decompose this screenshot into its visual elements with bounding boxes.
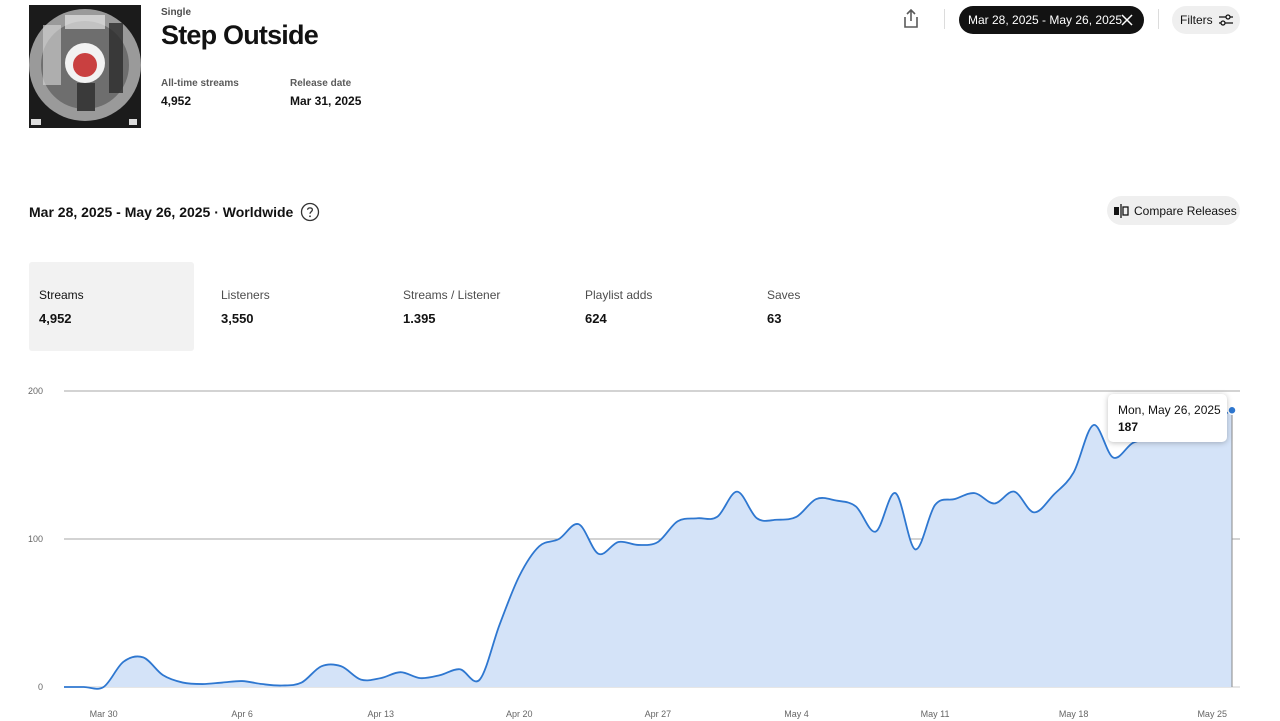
- metric-value: 4,952: [39, 311, 72, 326]
- metric-label: Streams: [39, 288, 84, 302]
- y-tick-label: 200: [28, 386, 43, 396]
- filters-button[interactable]: Filters: [1172, 6, 1240, 34]
- metric-value: 63: [767, 311, 782, 326]
- all-time-streams: All-time streams 4,952: [161, 78, 239, 108]
- tooltip-value: 187: [1118, 420, 1139, 434]
- album-cover: [29, 5, 141, 128]
- x-tick-label: Apr 13: [367, 709, 394, 719]
- metric-tab-saves[interactable]: Saves 63: [757, 262, 922, 351]
- metric-label: Listeners: [221, 288, 270, 302]
- x-tick-label: Apr 20: [506, 709, 533, 719]
- all-time-streams-label: All-time streams: [161, 78, 239, 89]
- release-date-value: Mar 31, 2025: [290, 94, 362, 108]
- metric-tab-playlist-adds[interactable]: Playlist adds 624: [575, 262, 740, 351]
- y-axis: 0 100 200: [28, 386, 43, 692]
- filters-label: Filters: [1180, 13, 1213, 27]
- y-tick-label: 100: [28, 534, 43, 544]
- share-icon: [904, 9, 918, 28]
- metric-value: 1.395: [403, 311, 436, 326]
- release-date: Release date Mar 31, 2025: [290, 78, 361, 108]
- help-icon[interactable]: [300, 202, 320, 222]
- sliders-icon: [1219, 14, 1233, 26]
- x-tick-label: Apr 6: [231, 709, 253, 719]
- metric-label: Playlist adds: [585, 288, 653, 302]
- toolbar-divider: [1158, 9, 1159, 29]
- x-tick-label: May 18: [1059, 709, 1089, 719]
- metric-tab-streams[interactable]: Streams 4,952: [29, 262, 194, 351]
- x-tick-label: Apr 27: [645, 709, 672, 719]
- x-tick-label: May 25: [1197, 709, 1227, 719]
- x-axis: Mar 30 Apr 6 Apr 13 Apr 20 Apr 27 May 4 May 11…: [90, 709, 1227, 719]
- metric-tab-streams-per-listener[interactable]: Streams / Listener 1.395: [393, 262, 558, 351]
- date-range-label: Mar 28, 2025 - May 26, 2025: [968, 13, 1123, 27]
- metric-label: Streams / Listener: [403, 288, 501, 302]
- release-title: Step Outside: [161, 20, 319, 50]
- release-date-label: Release date: [290, 78, 352, 89]
- metric-value: 3,550: [221, 311, 254, 326]
- date-range-pill[interactable]: Mar 28, 2025 - May 26, 2025: [959, 6, 1144, 34]
- release-type: Single: [161, 7, 192, 18]
- close-icon[interactable]: [1119, 12, 1135, 28]
- compare-icon: [1114, 204, 1129, 218]
- x-tick-label: Mar 30: [90, 709, 118, 719]
- x-tick-label: May 11: [921, 709, 950, 719]
- x-tick-label: May 4: [784, 709, 809, 719]
- compare-releases-label: Compare Releases: [1134, 203, 1237, 218]
- highlight-point: [1227, 405, 1237, 415]
- y-tick-label: 0: [38, 682, 43, 692]
- tooltip-date: Mon, May 26, 2025: [1118, 403, 1221, 417]
- streams-area: [64, 410, 1232, 689]
- compare-releases-button[interactable]: Compare Releases: [1107, 196, 1240, 225]
- metric-value: 624: [585, 311, 607, 326]
- share-button[interactable]: [898, 6, 924, 32]
- section-title: Mar 28, 2025 - May 26, 2025 · Worldwide: [29, 202, 320, 222]
- section-title-text: Mar 28, 2025 - May 26, 2025 · Worldwide: [29, 204, 294, 220]
- chart-tooltip: Mon, May 26, 2025 187: [1108, 394, 1227, 442]
- streams-chart[interactable]: 0 100 200 Mar 30 Apr 6 Apr 13 Apr 20 Apr 27 May…: [0, 378, 1280, 721]
- metric-tab-listeners[interactable]: Listeners 3,550: [211, 262, 376, 351]
- toolbar-divider: [944, 9, 945, 29]
- all-time-streams-value: 4,952: [161, 94, 192, 108]
- metric-label: Saves: [767, 288, 801, 302]
